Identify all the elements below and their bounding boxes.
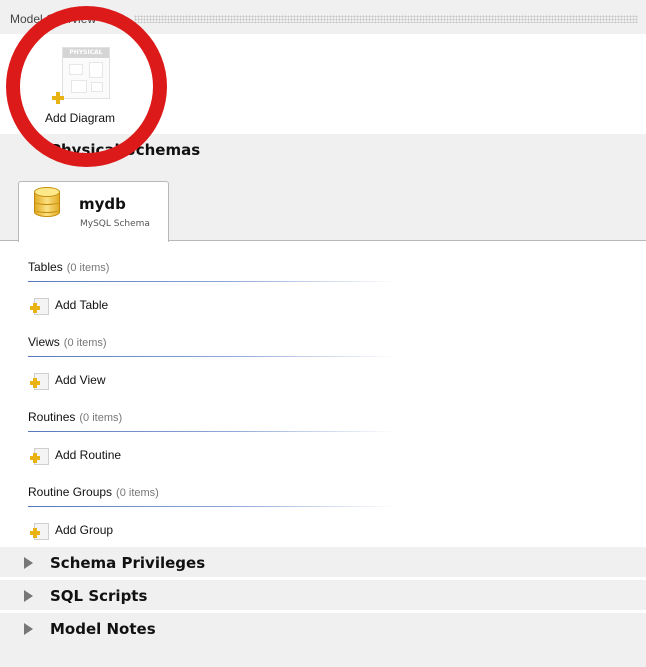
group-title: Views	[28, 335, 60, 349]
diagram-thumb-box	[89, 62, 103, 78]
group-header-views[interactable]: Views (0 items)	[28, 335, 107, 355]
model-overview-header: Model Overview	[0, 0, 646, 34]
panel-title: Model Overview	[10, 12, 97, 26]
tab-mydb[interactable]: mydb MySQL Schema	[18, 181, 169, 242]
add-table-icon	[30, 298, 49, 315]
add-view-label: Add View	[55, 373, 106, 387]
section-model-notes[interactable]: Model Notes	[0, 613, 646, 643]
database-icon	[34, 187, 60, 222]
diagram-thumb-box	[69, 64, 83, 75]
group-title: Routine Groups	[28, 485, 113, 499]
group-count: (0 items)	[79, 412, 123, 424]
schema-name: mydb	[79, 195, 126, 213]
panel-bottom	[0, 643, 646, 667]
group-count: (0 items)	[66, 262, 110, 274]
physical-diagram-icon[interactable]: PHYSICAL	[62, 47, 110, 99]
add-view-icon	[30, 373, 49, 390]
add-group-label: Add Group	[55, 523, 114, 537]
group-count: (0 items)	[63, 337, 107, 349]
group-header-routine-groups[interactable]: Routine Groups (0 items)	[28, 485, 159, 505]
section-label: Model Notes	[50, 620, 156, 638]
add-diagram-label[interactable]: Add Diagram	[45, 111, 115, 125]
physical-schemas-label: Physical Schemas	[50, 141, 201, 159]
group-title: Tables	[28, 260, 63, 274]
add-group-icon	[30, 523, 49, 540]
triangle-right-icon	[24, 590, 33, 602]
physical-schemas-header[interactable]: Physical Schemas	[0, 134, 646, 164]
section-label: Schema Privileges	[50, 554, 206, 572]
add-routine-icon	[30, 448, 49, 465]
diagram-thumb-box	[91, 82, 103, 92]
group-divider	[28, 281, 396, 282]
section-label: SQL Scripts	[50, 587, 148, 605]
schema-type: MySQL Schema	[80, 219, 150, 229]
add-routine-label: Add Routine	[55, 448, 122, 462]
section-sql-scripts[interactable]: SQL Scripts	[0, 580, 646, 610]
group-divider	[28, 431, 396, 432]
group-header-tables[interactable]: Tables (0 items)	[28, 260, 109, 280]
add-table-label: Add Table	[55, 298, 109, 312]
diagram-thumb-box	[71, 80, 87, 93]
header-dotted-divider	[134, 15, 638, 23]
group-count: (0 items)	[116, 487, 159, 499]
group-title: Routines	[28, 410, 76, 424]
group-header-routines[interactable]: Routines (0 items)	[28, 410, 122, 430]
group-divider	[28, 506, 396, 507]
plus-icon	[52, 92, 64, 104]
group-divider	[28, 356, 396, 357]
triangle-right-icon	[24, 557, 33, 569]
diagram-thumb-caption: PHYSICAL	[63, 48, 109, 58]
schema-tabstrip: mydb MySQL Schema	[0, 164, 646, 242]
section-schema-privileges[interactable]: Schema Privileges	[0, 547, 646, 577]
diagrams-area: PHYSICAL Add Diagram	[0, 34, 646, 134]
triangle-right-icon	[24, 623, 33, 635]
